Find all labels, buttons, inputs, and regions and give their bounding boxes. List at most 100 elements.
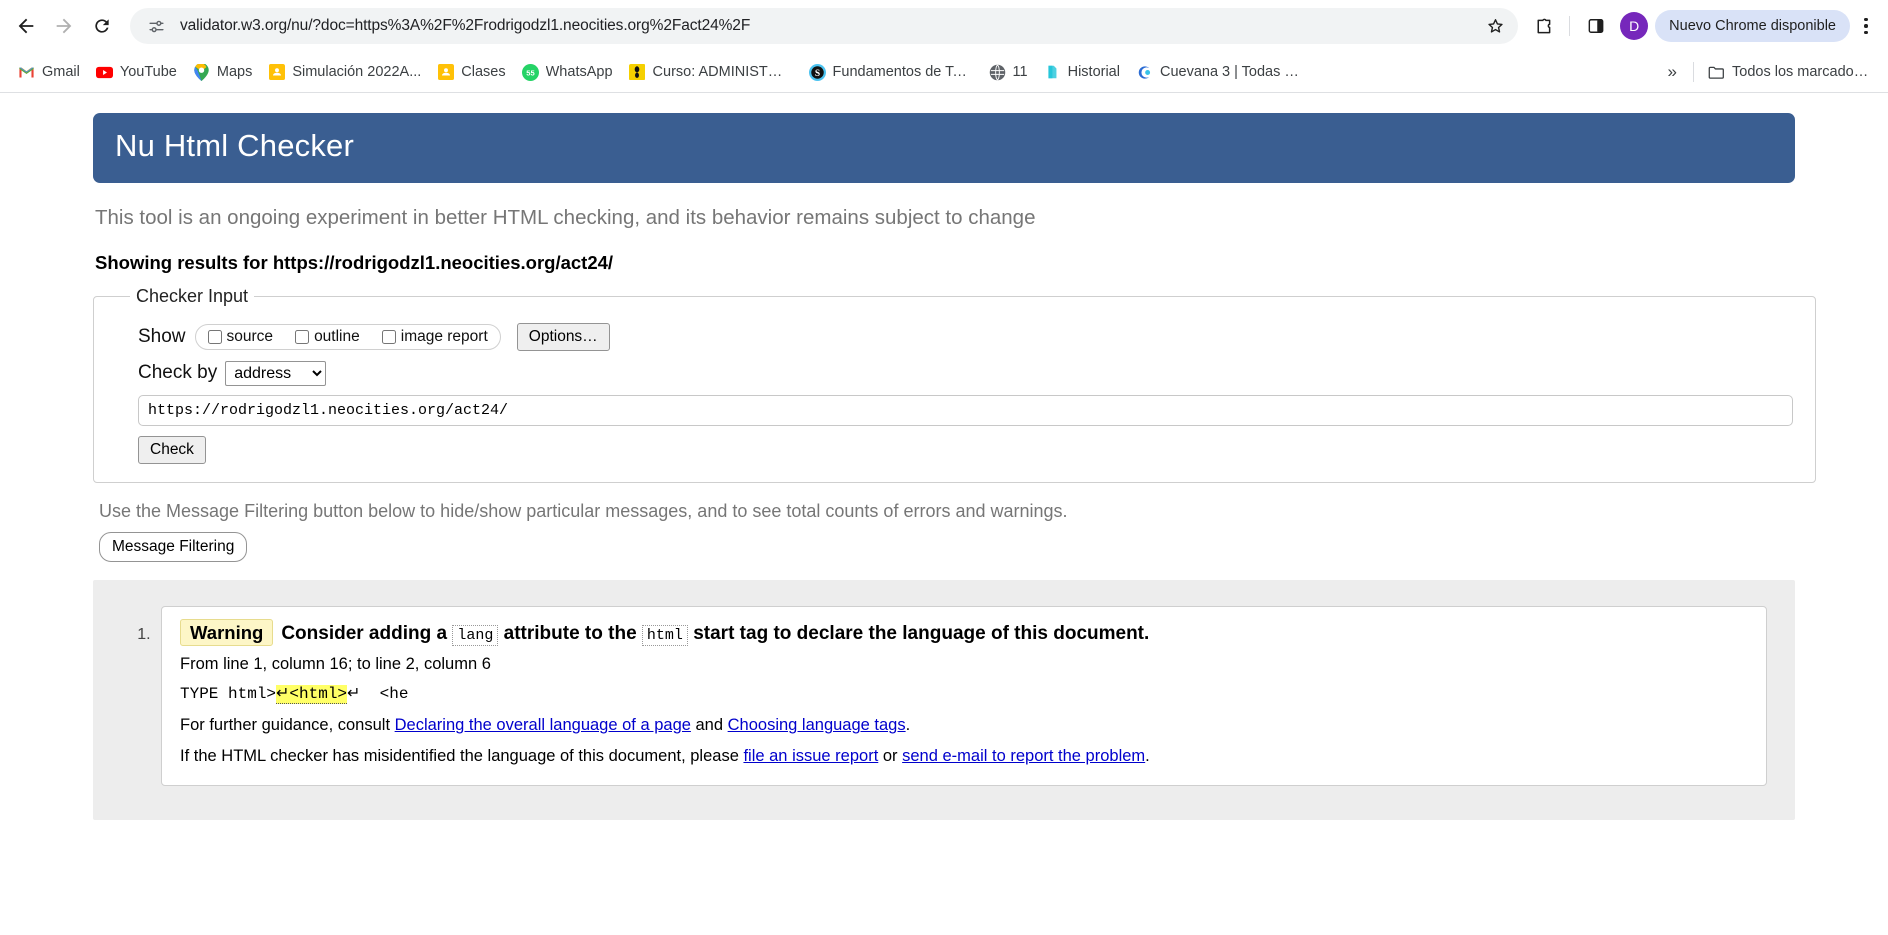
google-maps-icon [193, 63, 210, 81]
extract-before: TYPE html> [180, 685, 277, 704]
extensions-puzzle-icon [1537, 18, 1551, 33]
page-content: Nu Html Checker This tool is an ongoing … [0, 93, 1888, 935]
side-panel-button[interactable] [1579, 9, 1613, 43]
globe-icon [989, 64, 1006, 81]
page-title: Nu Html Checker [115, 128, 354, 163]
status-badge: Warning [180, 618, 274, 646]
extract-after: ↵ <he [347, 685, 409, 704]
bookmark-clases[interactable]: Clases [429, 59, 513, 86]
check-row: Check [138, 435, 1793, 464]
all-bookmarks-button[interactable]: Todos los marcadores [1700, 59, 1880, 86]
site-banner: Nu Html Checker [93, 113, 1795, 184]
bookmark-label: Maps [216, 64, 253, 80]
menu-dot [1864, 30, 1868, 35]
message-title-part3: start tag to declare the language of thi… [693, 622, 1150, 644]
message-title-part1: Consider adding a [281, 622, 448, 644]
link-file-issue-report[interactable]: file an issue report [743, 747, 878, 765]
misid-text-mid: or [878, 747, 903, 766]
source-checkbox-input[interactable] [207, 329, 222, 344]
bookmark-label: Simulación 2022A... [292, 64, 422, 80]
forward-arrow-icon [56, 18, 72, 34]
message-card-warning: Warning Consider adding a lang attribute … [161, 605, 1767, 787]
checkbox-label: source [226, 327, 274, 345]
show-label: Show [138, 325, 186, 347]
check-button[interactable]: Check [138, 435, 206, 464]
cuevana-icon [1136, 64, 1153, 81]
classroom-icon [437, 64, 454, 81]
message-list-item: Warning Consider adding a lang attribute … [155, 605, 1767, 787]
extensions-button[interactable] [1526, 9, 1560, 43]
outline-checkbox-input[interactable] [295, 329, 310, 344]
menu-dot [1864, 24, 1868, 28]
show-row: Show source outline image report Options… [138, 322, 1793, 351]
bookmark-maps[interactable]: Maps [185, 59, 260, 86]
bookmark-historial[interactable]: Historial [1036, 59, 1128, 86]
chrome-update-pill[interactable]: Nuevo Chrome disponible [1655, 10, 1850, 42]
bookmark-label: Cuevana 3 | Todas la... [1159, 64, 1300, 80]
checkbox-source[interactable]: source [207, 327, 274, 346]
link-choosing-language-tags[interactable]: Choosing language tags [728, 716, 906, 734]
youtube-icon [95, 64, 113, 81]
code-html: html [641, 624, 688, 646]
tagline: This tool is an ongoing experiment in be… [95, 206, 1036, 230]
messages-list: Warning Consider adding a lang attribute … [121, 605, 1767, 787]
checkbox-outline[interactable]: outline [295, 328, 360, 346]
checker-input-legend: Checker Input [136, 285, 249, 306]
code-lang: lang [452, 624, 499, 646]
all-bookmarks-label: Todos los marcadores [1732, 64, 1872, 80]
back-button[interactable] [8, 8, 44, 44]
bookmark-label: WhatsApp [545, 64, 613, 80]
menu-dot [1864, 17, 1868, 22]
bookmark-cuevana-3[interactable]: Cuevana 3 | Todas la... [1128, 59, 1308, 86]
options-button[interactable]: Options… [516, 322, 610, 351]
reload-button[interactable] [84, 8, 120, 44]
guidance-paragraph: For further guidance, consult Declaring … [180, 714, 1748, 738]
message-filtering-button[interactable]: Message Filtering [99, 531, 248, 562]
results-container: Warning Consider adding a lang attribute … [93, 579, 1795, 820]
checkbox-label: image report [400, 327, 488, 345]
bookmark-label: Fundamentos de Tel... [832, 64, 973, 80]
bookmark-fundamentos-de-tel[interactable]: S Fundamentos de Tel... [801, 59, 981, 86]
checkbox-image-report[interactable]: image report [381, 327, 488, 346]
bookmarks-overflow-button[interactable]: » [1658, 58, 1687, 86]
link-declaring-language[interactable]: Declaring the overall language of a page [395, 716, 691, 734]
bookmark-gmail[interactable]: Gmail [10, 59, 88, 86]
bookmark-star-button[interactable] [1480, 11, 1510, 41]
checkbox-label: outline [314, 327, 360, 345]
site-info-button[interactable] [142, 12, 170, 40]
misid-text-pre: If the HTML checker has misidentified th… [180, 747, 744, 766]
check-by-select[interactable]: address file upload text input [225, 360, 327, 386]
bookmark-youtube[interactable]: YouTube [88, 59, 185, 86]
doc-url-input[interactable] [138, 394, 1793, 426]
gmail-icon [18, 64, 35, 81]
url-row [138, 394, 1793, 426]
classroom-icon [268, 64, 285, 81]
browser-chrome: validator.w3.org/nu/?doc=https%3A%2F%2Fr… [0, 0, 1888, 93]
link-send-email[interactable]: send e-mail to report the problem [902, 747, 1145, 765]
url-text[interactable]: validator.w3.org/nu/?doc=https%3A%2F%2Fr… [170, 17, 1480, 35]
bookmark-label: 11 [1012, 64, 1028, 80]
check-by-row: Check by address file upload text input [138, 360, 1793, 386]
filter-help-text: Use the Message Filtering button below t… [99, 500, 1068, 521]
bookmark-label: Curso: ADMINISTRA... [652, 64, 793, 80]
whatsapp-icon: 55 [521, 63, 539, 81]
misidentified-paragraph: If the HTML checker has misidentified th… [180, 745, 1748, 769]
bookmark-simulacion-2022a[interactable]: Simulación 2022A... [260, 59, 429, 86]
image-report-checkbox-input[interactable] [381, 329, 396, 344]
extract-highlight: ↵<html> [276, 685, 348, 705]
bookmark-curso-administra[interactable]: Curso: ADMINISTRA... [621, 59, 801, 86]
checker-input-fieldset: Checker Input Show source outline image … [93, 285, 1816, 483]
schoology-icon: S [808, 63, 826, 81]
forward-button[interactable] [46, 8, 82, 44]
guidance-text-pre: For further guidance, consult [180, 716, 395, 735]
svg-text:55: 55 [526, 68, 534, 77]
star-icon [1487, 18, 1503, 33]
address-bar[interactable]: validator.w3.org/nu/?doc=https%3A%2F%2Fr… [130, 8, 1519, 44]
bookmark-11[interactable]: 11 [981, 59, 1036, 86]
browser-toolbar: validator.w3.org/nu/?doc=https%3A%2F%2Fr… [0, 0, 1888, 52]
profile-avatar[interactable]: D [1620, 12, 1649, 40]
bookmark-whatsapp[interactable]: 55 WhatsApp [514, 59, 621, 86]
bookmarks-bar: Gmail YouTube Maps Simulación 2022A... C… [0, 52, 1888, 92]
show-checkbox-group: source outline image report [194, 323, 501, 350]
chrome-menu-button[interactable] [1854, 9, 1878, 43]
